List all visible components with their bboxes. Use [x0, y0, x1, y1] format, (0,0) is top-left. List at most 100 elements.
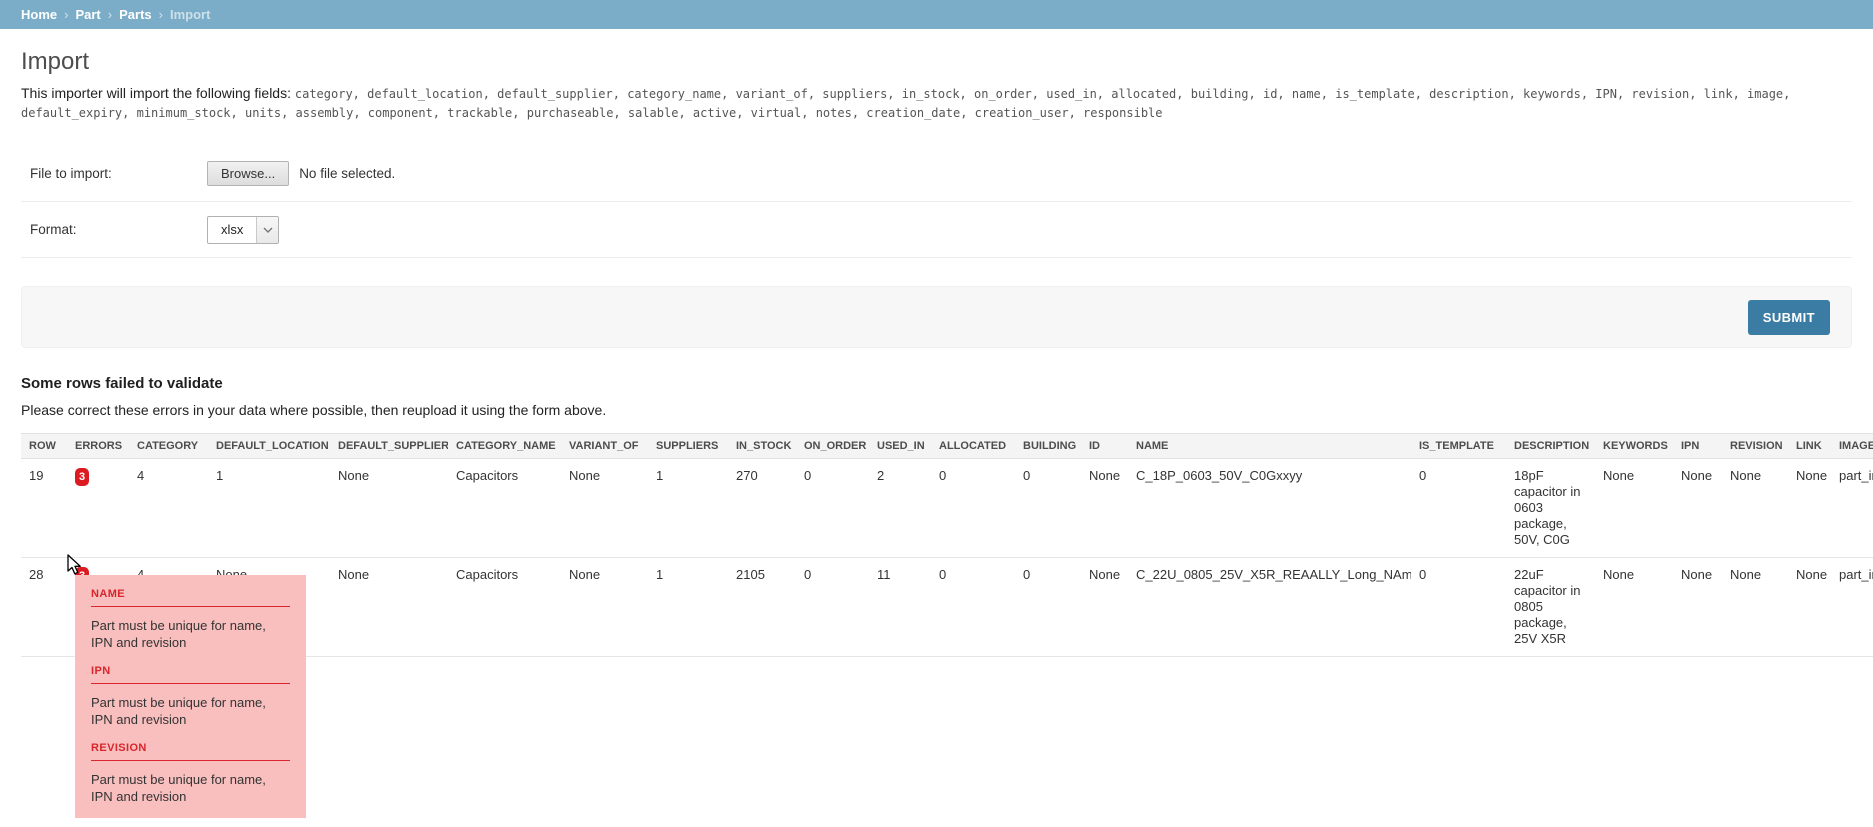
cell-image: part_im — [1831, 459, 1873, 558]
column-header-in_stock: IN_STOCK — [728, 434, 796, 459]
column-header-id: ID — [1081, 434, 1128, 459]
column-header-revision: REVISION — [1722, 434, 1788, 459]
cell-name: C_18P_0603_50V_C0Gxxyy — [1128, 459, 1411, 558]
cell-link: None — [1788, 558, 1831, 657]
tooltip-section-name: NAME Part must be unique for name, IPN a… — [91, 588, 290, 651]
cell-allocated: 0 — [931, 558, 1015, 657]
cell-id: None — [1081, 459, 1128, 558]
column-header-link: LINK — [1788, 434, 1831, 459]
page-title: Import — [21, 48, 1852, 76]
cell-on_order: 0 — [796, 459, 869, 558]
column-header-default_supplier: DEFAULT_SUPPLIER — [330, 434, 448, 459]
cell-default_location: 1 — [208, 459, 330, 558]
file-import-row: File to import: Browse... No file select… — [21, 146, 1852, 202]
tooltip-field-name: NAME — [91, 588, 290, 600]
cell-in_stock: 270 — [728, 459, 796, 558]
format-select-value: xlsx — [208, 217, 256, 243]
format-label: Format: — [30, 222, 207, 237]
importer-fields-paragraph: This importer will import the following … — [21, 84, 1852, 122]
column-header-name: NAME — [1128, 434, 1411, 459]
tooltip-message-revision: Part must be unique for name, IPN and re… — [91, 771, 290, 805]
tooltip-message-ipn: Part must be unique for name, IPN and re… — [91, 694, 290, 728]
breadcrumb-separator: › — [108, 7, 112, 22]
submit-button[interactable]: SUBMIT — [1748, 300, 1830, 335]
column-header-keywords: KEYWORDS — [1595, 434, 1673, 459]
breadcrumb-separator: › — [64, 7, 68, 22]
tooltip-section-revision: REVISION Part must be unique for name, I… — [91, 742, 290, 805]
cell-revision: None — [1722, 459, 1788, 558]
table-row: 19341NoneCapacitorsNone12700200NoneC_18P… — [21, 459, 1873, 558]
cell-used_in: 2 — [869, 459, 931, 558]
tooltip-divider — [91, 683, 290, 684]
column-header-errors: ERRORS — [67, 434, 129, 459]
cell-default_supplier: None — [330, 558, 448, 657]
file-status-text: No file selected. — [299, 166, 395, 181]
cell-in_stock: 2105 — [728, 558, 796, 657]
column-header-row: ROW — [21, 434, 67, 459]
cell-name: C_22U_0805_25V_X5R_REAALLY_Long_NAme — [1128, 558, 1411, 657]
column-header-image: IMAGE — [1831, 434, 1873, 459]
cell-errors: 3 — [67, 459, 129, 558]
column-header-ipn: IPN — [1673, 434, 1722, 459]
cell-category: 4 — [129, 459, 208, 558]
column-header-is_template: IS_TEMPLATE — [1411, 434, 1506, 459]
cell-row: 28 — [21, 558, 67, 657]
tooltip-field-revision: REVISION — [91, 742, 290, 754]
cell-allocated: 0 — [931, 459, 1015, 558]
column-header-building: BUILDING — [1015, 434, 1081, 459]
cell-keywords: None — [1595, 558, 1673, 657]
validation-message: Please correct these errors in your data… — [21, 402, 1852, 418]
cell-keywords: None — [1595, 459, 1673, 558]
cell-id: None — [1081, 558, 1128, 657]
cell-description: 22uF capacitor in 0805 package, 25V X5R — [1506, 558, 1595, 657]
validation-heading: Some rows failed to validate — [21, 375, 1852, 392]
column-header-on_order: ON_ORDER — [796, 434, 869, 459]
breadcrumb: Home › Part › Parts › Import — [0, 0, 1873, 29]
cell-category_name: Capacitors — [448, 459, 561, 558]
column-header-suppliers: SUPPLIERS — [648, 434, 728, 459]
cell-suppliers: 1 — [648, 459, 728, 558]
cell-description: 18pF capacitor in 0603 package, 50V, C0G — [1506, 459, 1595, 558]
breadcrumb-current: Import — [170, 7, 210, 22]
cell-image: part_im — [1831, 558, 1873, 657]
column-header-description: DESCRIPTION — [1506, 434, 1595, 459]
cell-is_template: 0 — [1411, 558, 1506, 657]
cell-variant_of: None — [561, 459, 648, 558]
table-header: ROWERRORSCATEGORYDEFAULT_LOCATIONDEFAULT… — [21, 434, 1873, 459]
cell-ipn: None — [1673, 558, 1722, 657]
mouse-cursor-icon — [67, 554, 83, 576]
cell-building: 0 — [1015, 558, 1081, 657]
cell-variant_of: None — [561, 558, 648, 657]
column-header-allocated: ALLOCATED — [931, 434, 1015, 459]
format-row: Format: xlsx — [21, 202, 1852, 258]
error-count-badge[interactable]: 3 — [75, 468, 89, 486]
cell-ipn: None — [1673, 459, 1722, 558]
browse-button[interactable]: Browse... — [207, 161, 289, 186]
column-header-variant_of: VARIANT_OF — [561, 434, 648, 459]
cell-on_order: 0 — [796, 558, 869, 657]
tooltip-field-ipn: IPN — [91, 665, 290, 677]
cell-suppliers: 1 — [648, 558, 728, 657]
column-header-default_location: DEFAULT_LOCATION — [208, 434, 330, 459]
file-import-label: File to import: — [30, 166, 207, 181]
breadcrumb-link-part[interactable]: Part — [75, 7, 100, 22]
breadcrumb-link-home[interactable]: Home — [21, 7, 57, 22]
cell-building: 0 — [1015, 459, 1081, 558]
importer-intro-text: This importer will import the following … — [21, 85, 291, 101]
cell-category_name: Capacitors — [448, 558, 561, 657]
format-select[interactable]: xlsx — [207, 216, 279, 244]
column-header-category_name: CATEGORY_NAME — [448, 434, 561, 459]
column-header-category: CATEGORY — [129, 434, 208, 459]
column-header-used_in: USED_IN — [869, 434, 931, 459]
error-tooltip: NAME Part must be unique for name, IPN a… — [75, 575, 306, 818]
breadcrumb-link-parts[interactable]: Parts — [119, 7, 152, 22]
cell-default_supplier: None — [330, 459, 448, 558]
tooltip-divider — [91, 606, 290, 607]
form-actions-panel: SUBMIT — [21, 286, 1852, 348]
cell-is_template: 0 — [1411, 459, 1506, 558]
cell-link: None — [1788, 459, 1831, 558]
tooltip-message-name: Part must be unique for name, IPN and re… — [91, 617, 290, 651]
cell-row: 19 — [21, 459, 67, 558]
cell-used_in: 11 — [869, 558, 931, 657]
breadcrumb-separator: › — [159, 7, 163, 22]
